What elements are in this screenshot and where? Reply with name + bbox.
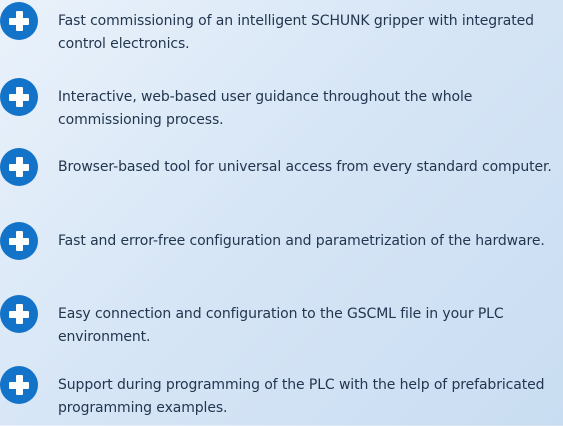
plus-circle-icon	[0, 295, 38, 333]
feature-item: Support during programming of the PLC wi…	[0, 366, 563, 426]
feature-text: Fast and error-free configuration and pa…	[58, 233, 545, 249]
feature-item: Fast and error-free configuration and pa…	[0, 222, 563, 282]
plus-circle-icon	[0, 2, 38, 40]
plus-circle-icon	[0, 78, 38, 116]
plus-circle-icon	[0, 222, 38, 260]
feature-item: Interactive, web-based user guidance thr…	[0, 78, 563, 138]
feature-panel: Fast commissioning of an intelligent SCH…	[0, 0, 563, 425]
feature-text: Fast commissioning of an intelligent SCH…	[58, 13, 534, 52]
plus-circle-icon	[0, 366, 38, 404]
plus-circle-icon	[0, 148, 38, 186]
feature-text: Easy connection and configuration to the…	[58, 306, 504, 345]
feature-text: Interactive, web-based user guidance thr…	[58, 89, 473, 128]
feature-text: Browser-based tool for universal access …	[58, 159, 552, 175]
feature-item: Easy connection and configuration to the…	[0, 295, 563, 355]
feature-item: Fast commissioning of an intelligent SCH…	[0, 2, 563, 62]
feature-text: Support during programming of the PLC wi…	[58, 377, 545, 416]
feature-item: Browser-based tool for universal access …	[0, 148, 563, 208]
